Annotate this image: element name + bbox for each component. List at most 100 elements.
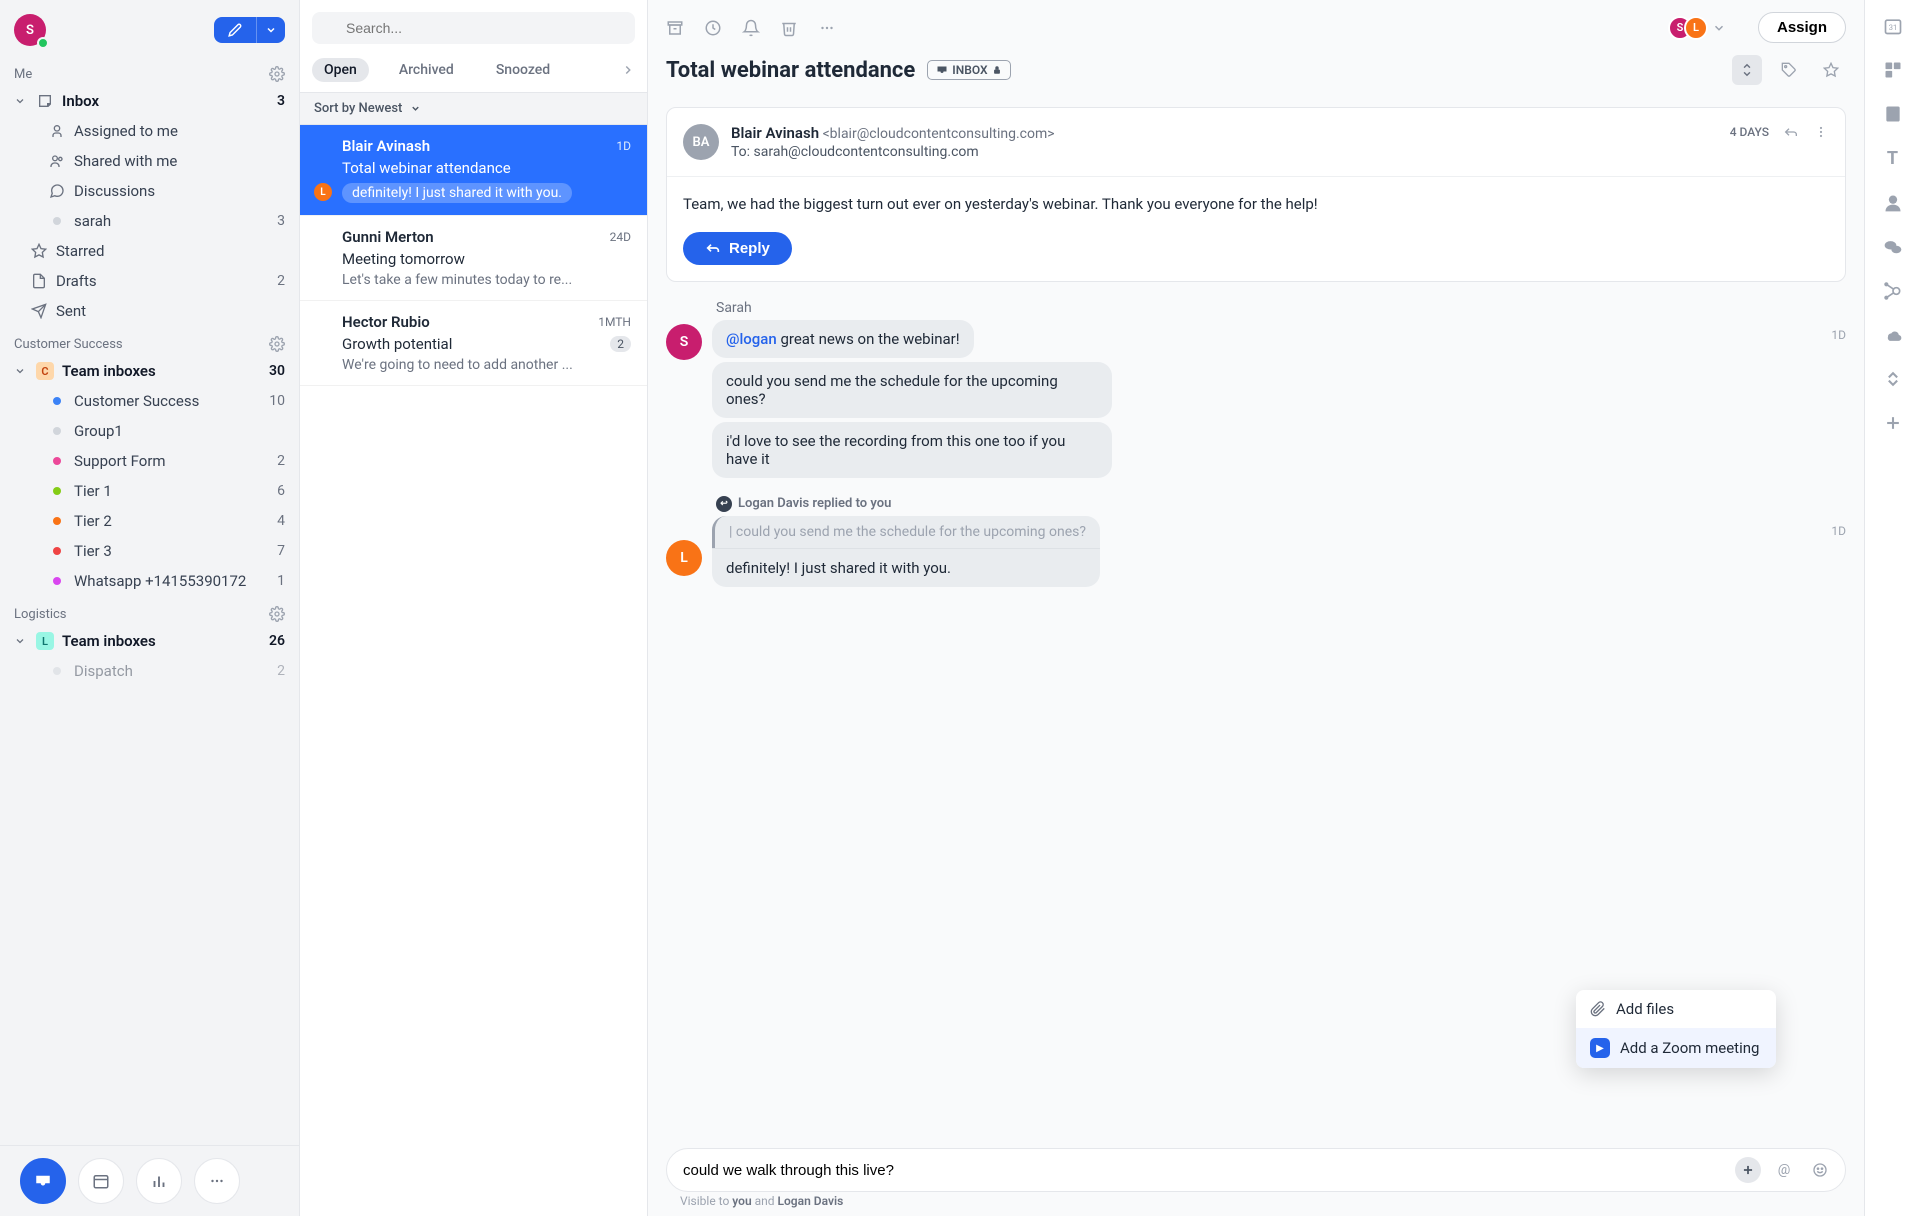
mention[interactable]: @logan bbox=[726, 330, 777, 348]
conversation-item[interactable]: Hector Rubio1MTHGrowth potential2We're g… bbox=[300, 301, 647, 386]
sort-button[interactable]: Sort by Newest bbox=[300, 92, 647, 125]
rail-calendar-icon[interactable]: 31 bbox=[1883, 16, 1903, 36]
reply-indicator: ↩ Logan Davis replied to you bbox=[716, 496, 1846, 512]
rail-salesforce-icon[interactable] bbox=[1883, 325, 1903, 345]
sidebar-item-discussions[interactable]: Discussions bbox=[0, 176, 299, 206]
gear-icon[interactable] bbox=[269, 66, 285, 82]
sidebar-item-inbox[interactable]: Inbox 3 bbox=[0, 86, 299, 116]
emoji-button[interactable] bbox=[1807, 1157, 1833, 1183]
dot-icon bbox=[53, 517, 61, 525]
sidebar-item[interactable]: Customer Success10 bbox=[0, 386, 299, 416]
composer-input[interactable] bbox=[679, 1158, 1725, 1183]
rail-hubspot-icon[interactable] bbox=[1883, 281, 1903, 301]
comment-bubble[interactable]: i'd love to see the recording from this … bbox=[712, 422, 1112, 478]
star-icon[interactable] bbox=[1816, 55, 1846, 85]
reply-arrow-icon: ↩ bbox=[716, 496, 732, 512]
tabs-next[interactable] bbox=[621, 63, 635, 77]
chart-icon bbox=[150, 1172, 168, 1190]
dot-icon bbox=[53, 487, 61, 495]
snooze-icon[interactable] bbox=[704, 19, 722, 37]
comment-bubble[interactable]: definitely! I just shared it with you. bbox=[712, 548, 1100, 587]
footer-analytics-button[interactable] bbox=[136, 1158, 182, 1204]
footer-calendar-button[interactable] bbox=[78, 1158, 124, 1204]
expand-icon[interactable] bbox=[1732, 55, 1762, 85]
search-input[interactable] bbox=[312, 12, 635, 44]
sidebar-item-cs-team[interactable]: C Team inboxes 30 bbox=[0, 356, 299, 386]
dot-icon bbox=[53, 457, 61, 465]
comment-bubble[interactable]: could you send me the schedule for the u… bbox=[712, 362, 1112, 418]
right-rail: 31 T bbox=[1864, 0, 1920, 1216]
reply-icon[interactable] bbox=[1783, 124, 1799, 140]
assign-button[interactable]: Assign bbox=[1758, 12, 1846, 43]
comment-avatar: L bbox=[666, 540, 702, 576]
tab-archived[interactable]: Archived bbox=[387, 58, 466, 82]
presence-indicator bbox=[37, 37, 49, 49]
rail-app-icon[interactable] bbox=[1883, 60, 1903, 80]
tray-icon bbox=[36, 93, 54, 109]
svg-text:31: 31 bbox=[1888, 23, 1896, 32]
compose-dropdown[interactable] bbox=[256, 17, 285, 43]
assignees[interactable]: S L bbox=[1668, 16, 1726, 40]
conversation-item[interactable]: Gunni Merton24DMeeting tomorrowLet's tak… bbox=[300, 216, 647, 301]
team-badge-icon: C bbox=[36, 362, 54, 380]
popup-add-zoom[interactable]: ▶ Add a Zoom meeting bbox=[1576, 1028, 1776, 1068]
to-line: To: sarah@cloudcontentconsulting.com bbox=[731, 144, 1718, 160]
preview-avatar: L bbox=[314, 183, 332, 201]
sidebar-item-assigned[interactable]: Assigned to me bbox=[0, 116, 299, 146]
comment-bubble[interactable]: @logan great news on the webinar! bbox=[712, 320, 974, 358]
sidebar-item-starred[interactable]: Starred bbox=[0, 236, 299, 266]
section-label-logistics: Logistics bbox=[14, 607, 67, 622]
sidebar-item[interactable]: Tier 16 bbox=[0, 476, 299, 506]
mention-button[interactable]: @ bbox=[1771, 1157, 1797, 1183]
kebab-icon[interactable] bbox=[1813, 124, 1829, 140]
tab-snoozed[interactable]: Snoozed bbox=[484, 58, 562, 82]
more-icon[interactable] bbox=[818, 19, 836, 37]
gear-icon[interactable] bbox=[269, 336, 285, 352]
chevron-down-icon bbox=[410, 103, 421, 114]
pencil-icon bbox=[228, 23, 242, 37]
archive-icon[interactable] bbox=[666, 19, 684, 37]
footer-more-button[interactable] bbox=[194, 1158, 240, 1204]
quoted-message: | could you send me the schedule for the… bbox=[712, 516, 1100, 548]
tab-open[interactable]: Open bbox=[312, 58, 369, 82]
sidebar-item-log-team[interactable]: L Team inboxes 26 bbox=[0, 626, 299, 656]
footer-inbox-button[interactable] bbox=[20, 1158, 66, 1204]
dot-icon bbox=[53, 217, 61, 225]
reply-button[interactable]: Reply bbox=[683, 232, 792, 265]
visibility-line: Visible to you and Logan Davis bbox=[666, 1192, 1846, 1208]
count-badge: 2 bbox=[610, 336, 631, 352]
user-avatar[interactable]: S bbox=[14, 14, 46, 46]
dot-icon bbox=[53, 427, 61, 435]
sidebar-item[interactable]: Tier 37 bbox=[0, 536, 299, 566]
sidebar-item[interactable]: Whatsapp +141553901721 bbox=[0, 566, 299, 596]
section-label-cs: Customer Success bbox=[14, 337, 123, 352]
folder-badge[interactable]: INBOX bbox=[927, 60, 1010, 80]
comment-time: 1D bbox=[1831, 524, 1846, 538]
rail-add-icon[interactable] bbox=[1883, 413, 1903, 433]
rail-chat-icon[interactable] bbox=[1883, 237, 1903, 257]
tag-icon[interactable] bbox=[1774, 55, 1804, 85]
comment-avatar: S bbox=[666, 324, 702, 360]
sidebar-item[interactable]: Dispatch2 bbox=[0, 656, 299, 686]
sidebar-item-shared[interactable]: Shared with me bbox=[0, 146, 299, 176]
rail-profile-icon[interactable] bbox=[1883, 193, 1903, 213]
conversation-item[interactable]: Blair Avinash1DTotal webinar attendanced… bbox=[300, 125, 647, 216]
sidebar-item[interactable]: Group1 bbox=[0, 416, 299, 446]
dot-icon bbox=[53, 547, 61, 555]
gear-icon[interactable] bbox=[269, 606, 285, 622]
compose-button[interactable] bbox=[214, 17, 256, 43]
rail-expand-icon[interactable] bbox=[1883, 369, 1903, 389]
composer-plus-button[interactable] bbox=[1735, 1157, 1761, 1183]
popup-add-files[interactable]: Add files bbox=[1576, 990, 1776, 1028]
comment-block: S Sarah @logan great news on the webinar… bbox=[666, 300, 1846, 482]
sidebar-item[interactable]: Support Form2 bbox=[0, 446, 299, 476]
bell-icon[interactable] bbox=[742, 19, 760, 37]
sidebar-item-sent[interactable]: Sent bbox=[0, 296, 299, 326]
rail-text-icon[interactable]: T bbox=[1887, 148, 1898, 169]
trash-icon[interactable] bbox=[780, 19, 798, 37]
sidebar-item-drafts[interactable]: Drafts 2 bbox=[0, 266, 299, 296]
rail-contact-icon[interactable] bbox=[1883, 104, 1903, 124]
sidebar-item[interactable]: Tier 24 bbox=[0, 506, 299, 536]
sidebar-item-sarah[interactable]: sarah 3 bbox=[0, 206, 299, 236]
preview-pill: definitely! I just shared it with you. bbox=[342, 183, 572, 203]
